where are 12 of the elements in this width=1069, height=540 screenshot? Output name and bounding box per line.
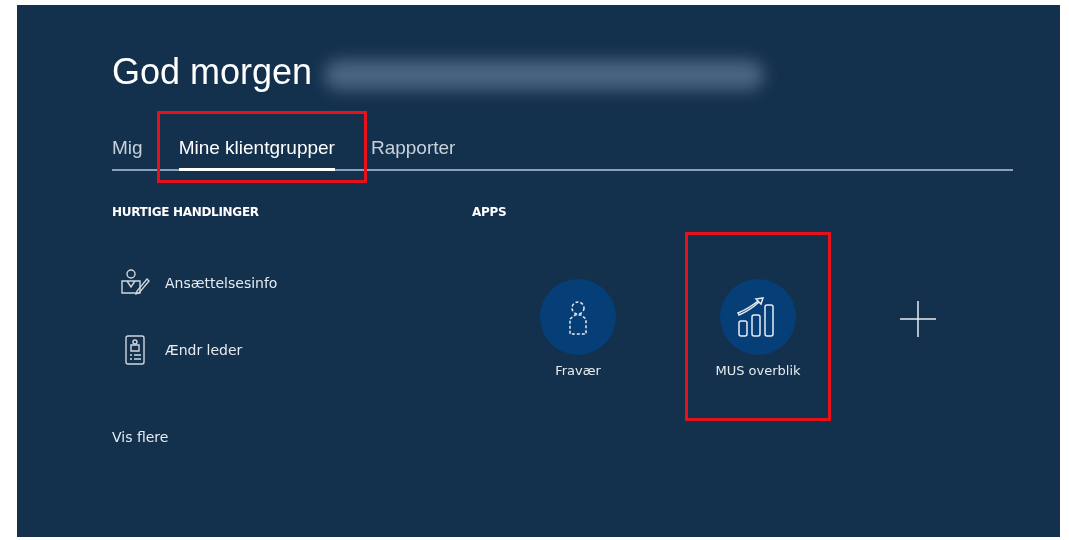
greeting: God morgen xyxy=(112,51,313,93)
app-tile[interactable]: MUS overblik xyxy=(698,279,818,378)
quick-action-link[interactable]: Ændr leder xyxy=(112,334,472,366)
quick-action-link[interactable]: Ansættelsesinfo xyxy=(112,267,472,299)
tab[interactable]: Mine klientgrupper xyxy=(178,135,335,171)
tab[interactable]: Rapporter xyxy=(370,135,456,171)
add-icon[interactable] xyxy=(898,299,938,339)
section-heading: APPS xyxy=(472,205,508,219)
tab[interactable]: Mig xyxy=(112,135,143,171)
show-more-link[interactable]: Vis flere xyxy=(112,429,472,445)
app-tile[interactable]: Fravær xyxy=(518,279,638,378)
section-heading: HURTIGE HANDLINGER xyxy=(112,205,260,219)
